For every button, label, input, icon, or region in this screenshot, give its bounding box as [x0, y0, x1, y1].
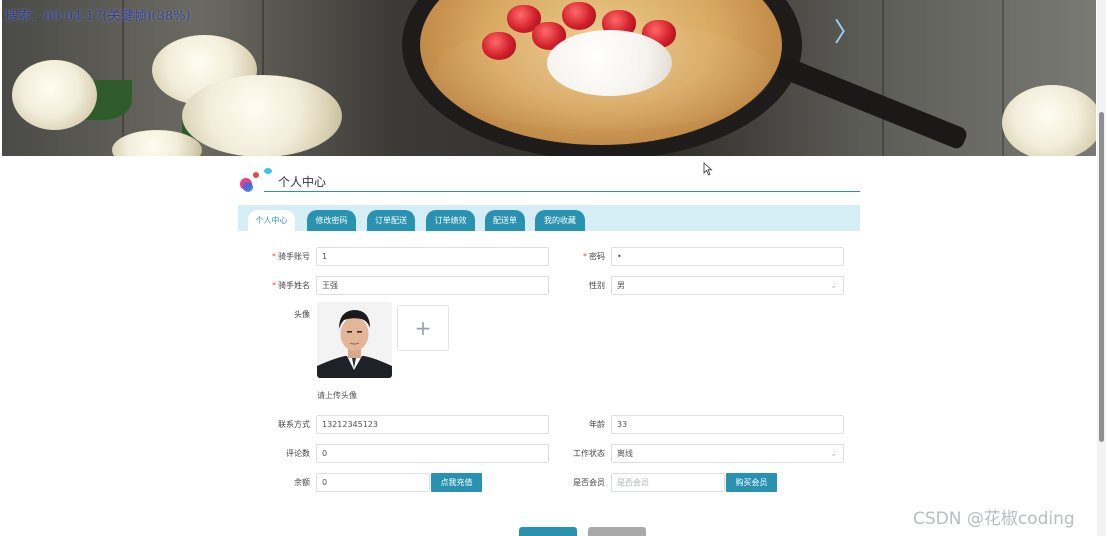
strawberry — [482, 32, 516, 60]
password-label: * 密码 — [583, 252, 605, 261]
rose-image — [12, 60, 97, 130]
rider-account-input[interactable]: 1 — [316, 247, 549, 266]
rose-image — [1002, 85, 1096, 156]
member-placeholder: 是否会员 — [617, 478, 649, 487]
contact-input[interactable]: 13212345123 — [316, 415, 549, 434]
rose-image — [182, 75, 342, 156]
member-input[interactable]: 是否会员 — [611, 473, 725, 492]
logout-button[interactable] — [588, 527, 646, 536]
title-underline — [264, 191, 860, 192]
recharge-button[interactable]: 点我充值 — [431, 473, 482, 492]
tab-order-delivery[interactable]: 订单配送 — [367, 210, 415, 231]
tab-bar: 个人中心 修改密码 订单配送 订单绩效 配送单 我的收藏 — [238, 205, 860, 231]
work-status-value: 离线 — [617, 449, 633, 458]
review-count-label: 评论数 — [286, 449, 310, 458]
chevron-down-icon: ⌄ — [830, 449, 837, 458]
review-count-input[interactable]: 0 — [316, 444, 549, 463]
gender-value: 男 — [617, 281, 625, 290]
password-input[interactable]: • — [611, 247, 844, 266]
tab-delivery-order[interactable]: 配送单 — [485, 210, 525, 231]
skillet-handle — [775, 55, 969, 151]
submit-button[interactable] — [519, 527, 577, 536]
balance-label: 余额 — [294, 478, 310, 487]
watermark-text: CSDN @花椒coding — [913, 509, 1075, 529]
page-title: 个人中心 — [278, 175, 327, 189]
page: 〉 搜索：00:04:17(关键帧)(38%) 个人中心 个人中心 修改密码 订… — [0, 0, 1106, 536]
avatar-label: 头像 — [294, 310, 310, 319]
wood-plank-line — [882, 0, 884, 156]
strawberry — [562, 2, 596, 30]
mouse-cursor-icon — [703, 162, 713, 176]
buy-membership-button[interactable]: 购买会员 — [726, 473, 777, 492]
avatar-upload-button[interactable]: + — [397, 305, 449, 351]
scrollbar-thumb[interactable] — [1099, 112, 1104, 442]
section-header: 个人中心 — [238, 168, 860, 196]
balance-input[interactable]: 0 — [316, 473, 430, 492]
slider-next-arrow-icon[interactable]: 〉 — [834, 18, 860, 48]
avatar-image[interactable] — [317, 302, 392, 378]
vertical-scrollbar[interactable] — [1097, 0, 1106, 536]
member-label: 是否会员 — [573, 478, 605, 487]
rider-name-label: * 骑手姓名 — [272, 281, 310, 290]
tab-order-performance[interactable]: 订单绩效 — [426, 210, 475, 231]
rider-account-label: * 骑手账号 — [272, 252, 310, 261]
tab-change-password[interactable]: 修改密码 — [307, 210, 356, 231]
chevron-down-icon: ⌄ — [830, 281, 837, 290]
age-label: 年龄 — [589, 420, 605, 429]
search-overlay-text: 搜索：00:04:17(关键帧)(38%) — [5, 9, 191, 24]
whipped-cream — [547, 30, 672, 96]
work-status-label: 工作状态 — [573, 449, 605, 458]
contact-label: 联系方式 — [278, 420, 310, 429]
age-input[interactable]: 33 — [611, 415, 844, 434]
gender-select[interactable]: 男 ⌄ — [611, 276, 844, 295]
tab-personal-center[interactable]: 个人中心 — [248, 210, 295, 231]
tab-my-favorites[interactable]: 我的收藏 — [535, 210, 585, 231]
gender-label: 性别 — [589, 281, 605, 290]
work-status-select[interactable]: 离线 ⌄ — [611, 444, 844, 463]
rider-name-input[interactable]: 王强 — [316, 276, 549, 295]
avatar-upload-hint: 请上传头像 — [317, 391, 357, 400]
